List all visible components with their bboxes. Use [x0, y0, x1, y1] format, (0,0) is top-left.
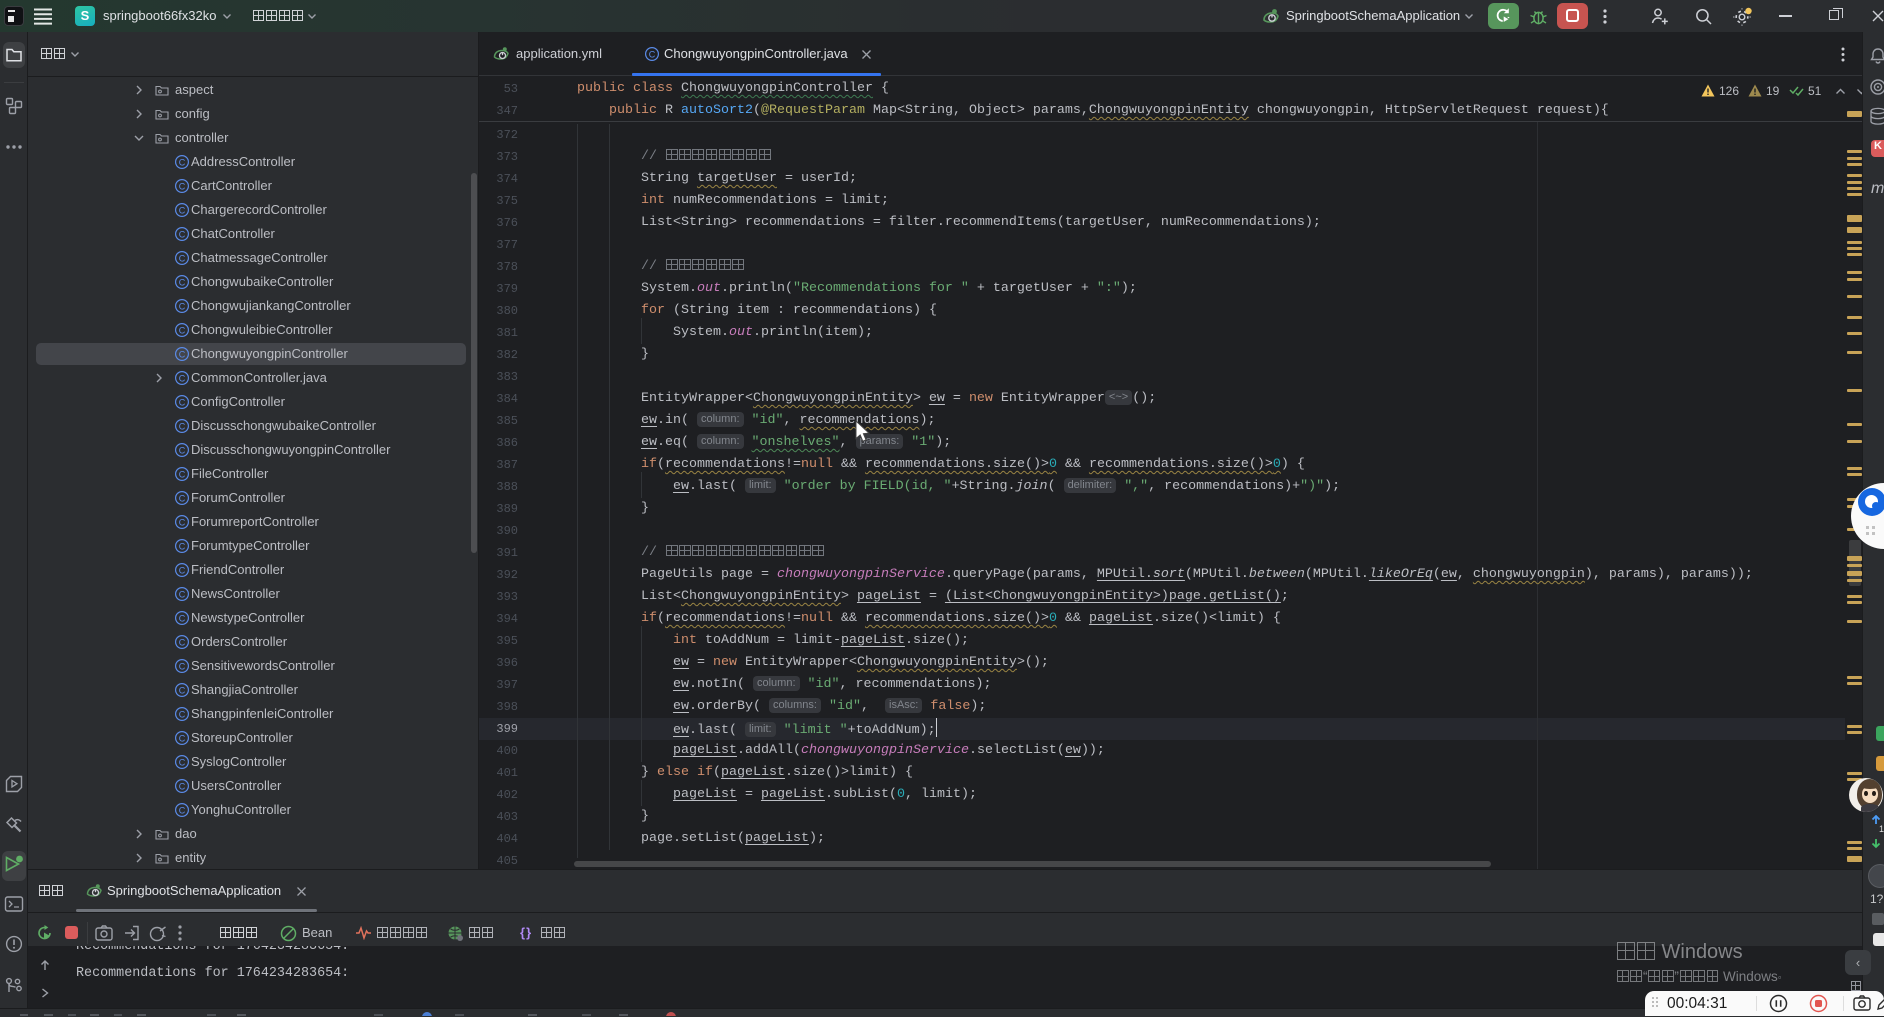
svg-text:C: C: [179, 757, 186, 767]
svg-text:C: C: [179, 421, 186, 431]
svg-text:C: C: [179, 325, 186, 335]
svg-text:C: C: [179, 349, 186, 359]
svg-text:C: C: [179, 301, 186, 311]
svg-text:C: C: [179, 205, 186, 215]
svg-text:C: C: [179, 685, 186, 695]
svg-text:C: C: [179, 493, 186, 503]
svg-text:C: C: [179, 517, 186, 527]
svg-text:C: C: [179, 229, 186, 239]
svg-text:C: C: [179, 157, 186, 167]
svg-text:C: C: [179, 469, 186, 479]
svg-text:C: C: [179, 397, 186, 407]
svg-text:C: C: [179, 589, 186, 599]
svg-text:C: C: [179, 565, 186, 575]
svg-text:C: C: [179, 277, 186, 287]
svg-text:C: C: [179, 445, 186, 455]
svg-text:C: C: [179, 709, 186, 719]
svg-text:C: C: [179, 541, 186, 551]
svg-text:C: C: [179, 253, 186, 263]
svg-text:C: C: [179, 613, 186, 623]
svg-text:C: C: [179, 181, 186, 191]
svg-text:C: C: [179, 637, 186, 647]
svg-text:C: C: [179, 733, 186, 743]
svg-text:C: C: [179, 781, 186, 791]
svg-text:C: C: [179, 373, 186, 383]
svg-text:C: C: [179, 805, 186, 815]
svg-text:C: C: [179, 661, 186, 671]
svg-text:C: C: [649, 49, 656, 59]
